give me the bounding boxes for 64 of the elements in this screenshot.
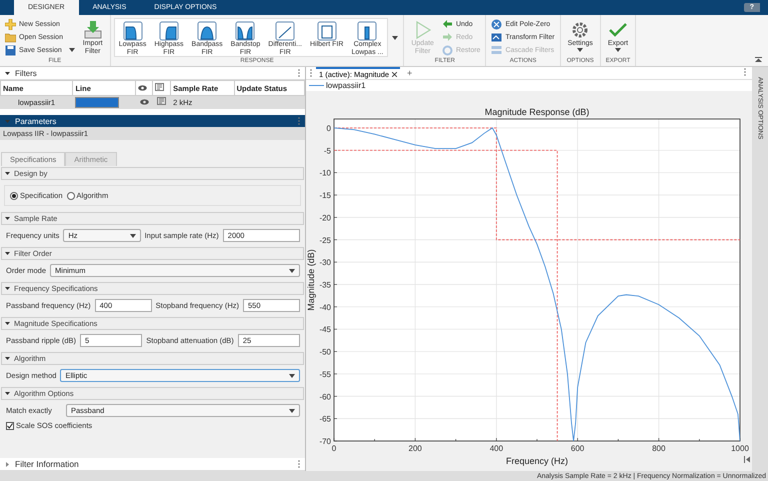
y-tick-label: -40 [319,302,331,312]
caret-icon [392,36,398,40]
expand-arrow-icon[interactable] [5,216,10,221]
panel-title: Filters [15,68,38,78]
expand-arrow-icon[interactable] [5,251,10,256]
filter-response-icon [197,21,218,41]
y-tick-label: -25 [319,236,331,245]
x-axis-label: Frequency (Hz) [506,456,568,466]
panel-title: Parameters [15,116,58,126]
caret-icon [289,268,295,272]
eye-icon [138,84,147,90]
y-tick-label: -35 [319,280,331,290]
y-tick-label: -45 [319,325,331,334]
filter-response-icon [122,21,143,41]
expand-arrow-icon[interactable] [5,356,10,361]
filter-response-icon [316,21,337,41]
chart-title: Magnitude Response (dB) [484,107,590,117]
x-tick-label: 200 [408,444,422,453]
plus-icon [5,18,16,30]
y-tick-label: -60 [319,392,331,402]
x-tick-label: 1000 [731,444,749,453]
y-tick-label: -30 [319,258,331,268]
expand-arrow-icon[interactable] [5,70,10,76]
settings-icon [570,20,590,40]
collapse-ribbon-icon[interactable] [755,57,762,63]
expand-arrow-icon[interactable] [5,286,10,291]
y-tick-label: -55 [319,370,331,379]
y-tick-label: -20 [319,213,331,222]
cascade-icon [491,44,502,56]
line-color-swatch[interactable] [75,96,120,108]
y-tick-label: -15 [319,191,331,200]
redo-arrow-icon [442,32,453,42]
x-tick-label: 600 [570,444,584,453]
import-arrow-icon [82,20,103,40]
y-tick-label: -5 [324,146,331,156]
close-icon[interactable] [392,72,398,76]
export-icon [155,83,164,91]
eye-icon[interactable] [140,98,148,104]
expand-arrow-icon[interactable] [5,171,10,176]
undo-arrow-icon [442,18,453,30]
caret-icon [130,234,136,238]
expand-arrow-icon[interactable] [5,391,10,396]
collapse-icon[interactable] [744,456,750,463]
y-tick-label: -65 [319,414,331,424]
filter-response-icon [158,21,179,41]
caret-icon [289,408,295,412]
filter-response-icon [235,21,256,41]
expand-arrow-icon[interactable] [5,321,10,326]
caret-icon [289,374,295,378]
panel-title: Filter Information [15,459,80,469]
add-tab-button[interactable]: + [404,68,416,78]
x-tick-label: 0 [332,444,336,453]
x-tick-label: 400 [490,444,504,453]
export-icon[interactable] [157,97,166,105]
y-tick-label: -70 [319,437,331,446]
y-axis-label: Magnitude (dB) [306,249,316,311]
x-tick-label: 800 [652,444,666,453]
filter-response-icon [357,21,378,41]
y-tick-label: -50 [319,348,331,357]
y-tick-label: -10 [319,168,331,178]
legend-label: lowpassiir1 [326,81,366,90]
folder-icon [5,32,16,42]
filter-response-icon [275,21,296,41]
y-tick-label: 0 [326,124,331,133]
